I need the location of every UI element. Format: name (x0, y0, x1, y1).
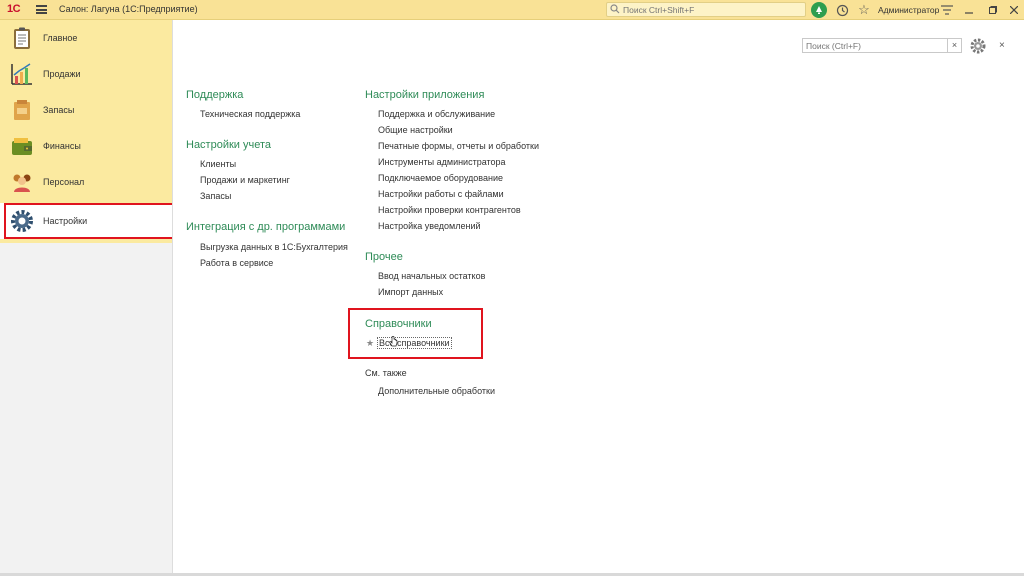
close-window-button[interactable] (1006, 2, 1022, 18)
panel-close-button[interactable]: × (999, 40, 1005, 51)
sidebar-item-stock[interactable]: Запасы (0, 92, 172, 128)
sidebar-item-label: Запасы (43, 105, 75, 115)
favorites-star-icon[interactable]: ☆ (856, 2, 872, 18)
clear-search-button[interactable]: × (948, 38, 962, 53)
link-additional-processing[interactable]: Дополнительные обработки (378, 386, 495, 396)
minimize-button[interactable] (961, 2, 977, 18)
link-opening-balances[interactable]: Ввод начальных остатков (378, 271, 485, 281)
box-icon (14, 100, 30, 120)
settings-panel (172, 20, 1024, 574)
link-service-work[interactable]: Работа в сервисе (200, 258, 273, 268)
section-title-support: Поддержка (186, 89, 244, 101)
panel-search-box[interactable] (802, 38, 948, 53)
section-title-accounting: Настройки учета (186, 139, 272, 151)
link-stock[interactable]: Запасы (200, 191, 231, 201)
link-general-settings[interactable]: Общие настройки (378, 125, 453, 135)
search-icon (610, 4, 620, 14)
clipboard-icon (14, 27, 30, 49)
sidebar-empty-area (0, 243, 172, 576)
sidebar-item-finance[interactable]: Финансы (0, 128, 172, 164)
sidebar-item-label: Главное (43, 33, 78, 43)
hamburger-menu-icon[interactable] (36, 5, 47, 14)
link-admin-tools[interactable]: Инструменты администратора (378, 157, 506, 167)
sidebar-item-staff[interactable]: Персонал (0, 164, 172, 200)
chart-icon (11, 63, 32, 85)
link-counterparty-check[interactable]: Настройки проверки контрагентов (378, 205, 521, 215)
wallet-icon (12, 138, 32, 155)
history-icon (836, 4, 848, 16)
link-notifications-settings[interactable]: Настройка уведомлений (378, 221, 481, 231)
sidebar-item-label: Финансы (43, 141, 81, 151)
global-search-box[interactable] (606, 2, 806, 17)
sidebar-item-label: Персонал (43, 177, 85, 187)
link-support-maintenance[interactable]: Поддержка и обслуживание (378, 109, 495, 119)
link-print-forms[interactable]: Печатные формы, отчеты и обработки (378, 141, 539, 151)
current-user[interactable]: Администратор (878, 5, 939, 15)
restore-icon (989, 6, 997, 14)
sidebar-item-sales[interactable]: Продажи (0, 56, 172, 92)
link-data-import[interactable]: Импорт данных (378, 287, 443, 297)
link-sales-marketing[interactable]: Продажи и маркетинг (200, 175, 290, 185)
section-title-see-also: См. также (365, 368, 407, 378)
notifications-button[interactable] (811, 2, 827, 18)
link-clients[interactable]: Клиенты (200, 159, 236, 169)
section-title-integration: Интеграция с др. программами (186, 221, 346, 233)
main-menu-button[interactable] (939, 2, 955, 18)
panel-search-input[interactable] (803, 39, 947, 52)
link-equipment[interactable]: Подключаемое оборудование (378, 173, 503, 183)
close-icon (1010, 6, 1018, 14)
title-bar: 1С Салон: Лагуна (1С:Предприятие) ☆ Адми… (0, 0, 1024, 20)
window-title: Салон: Лагуна (1С:Предприятие) (59, 4, 198, 14)
settings-highlight-frame (4, 203, 174, 239)
global-search-input[interactable] (623, 3, 803, 16)
app-logo[interactable]: 1С (7, 3, 21, 15)
catalogs-highlight-frame (348, 308, 483, 359)
history-button[interactable] (834, 2, 850, 18)
link-export-accounting[interactable]: Выгрузка данных в 1С:Бухгалтерия (200, 242, 348, 252)
link-tech-support[interactable]: Техническая поддержка (200, 109, 300, 119)
sidebar-item-main[interactable]: Главное (0, 20, 172, 56)
lines-menu-icon (941, 5, 953, 15)
link-file-settings[interactable]: Настройки работы с файлами (378, 189, 504, 199)
minimize-icon (965, 12, 973, 14)
section-title-other: Прочее (365, 251, 403, 263)
maximize-button[interactable] (985, 2, 1001, 18)
bell-icon (811, 2, 827, 18)
section-title-app-settings: Настройки приложения (365, 89, 485, 101)
panel-settings-gear-icon[interactable] (969, 37, 987, 55)
sidebar-item-label: Продажи (43, 69, 81, 79)
people-icon (13, 174, 31, 192)
